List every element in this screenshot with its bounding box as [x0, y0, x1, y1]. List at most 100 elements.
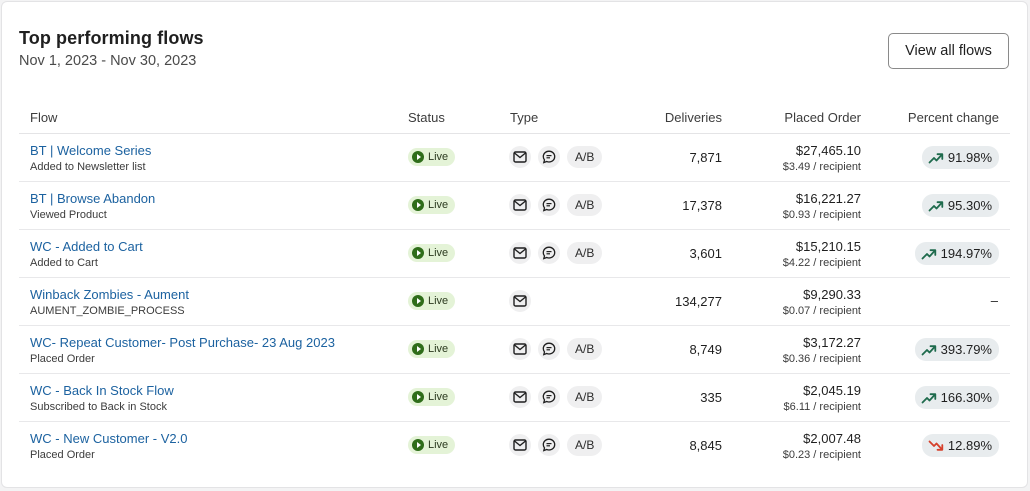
ab-test-badge: A/B — [567, 146, 603, 168]
flow-name-link[interactable]: Winback Zombies - Aument — [30, 287, 189, 302]
column-header-percent-change: Percent change — [907, 110, 999, 125]
date-range: Nov 1, 2023 - Nov 30, 2023 — [19, 53, 197, 69]
email-icon — [509, 290, 531, 312]
deliveries-value: 8,749 — [689, 342, 722, 357]
placed-order-value: $27,465.10 — [795, 143, 861, 158]
flow-name-link[interactable]: WC - New Customer - V2.0 — [30, 431, 187, 446]
play-icon — [412, 151, 424, 163]
play-icon — [412, 247, 424, 259]
email-icon — [509, 194, 531, 216]
deliveries-value: 8,845 — [689, 438, 722, 453]
ab-test-badge: A/B — [567, 386, 603, 408]
view-all-flows-button[interactable]: View all flows — [888, 33, 1009, 69]
table-header: Flow Status Type Deliveries Placed Order… — [19, 100, 1010, 134]
per-recipient-value: $0.23 / recipient — [782, 449, 861, 461]
flow-name-link[interactable]: BT | Welcome Series — [30, 143, 151, 158]
trend-up-icon — [921, 248, 941, 260]
trend-up-icon — [921, 392, 941, 404]
placed-order-value: $2,007.48 — [803, 431, 861, 446]
column-header-deliveries: Deliveries — [664, 110, 722, 125]
sms-icon — [538, 434, 560, 456]
column-header-status: Status — [408, 110, 445, 125]
sms-icon — [538, 146, 560, 168]
flow-trigger: AUMENT_ZOMBIE_PROCESS — [30, 305, 185, 317]
deliveries-value: 7,871 — [689, 150, 722, 165]
percent-change-badge: 194.97% — [914, 242, 999, 265]
email-icon — [509, 386, 531, 408]
flow-trigger: Placed Order — [30, 449, 95, 461]
column-header-flow: Flow — [30, 110, 58, 125]
column-header-placed-order: Placed Order — [784, 110, 861, 125]
status-label: Live — [428, 439, 449, 451]
percent-change-badge: 393.79% — [914, 338, 999, 361]
top-flows-card: Top performing flows Nov 1, 2023 - Nov 3… — [1, 1, 1028, 488]
table-row: WC- Repeat Customer- Post Purchase- 23 A… — [19, 326, 1010, 374]
sms-icon — [538, 194, 560, 216]
percent-change-value: 91.98% — [947, 150, 992, 165]
table-row: WC - Added to Cart Added to Cart Live A/B 3,… — [19, 230, 1010, 278]
table-row: BT | Welcome Series Added to Newsletter l… — [19, 134, 1010, 182]
placed-order-value: $9,290.33 — [803, 287, 861, 302]
deliveries-value: 17,378 — [682, 198, 722, 213]
deliveries-value: 134,277 — [675, 294, 722, 309]
ab-test-badge: A/B — [567, 194, 603, 216]
placed-order-value: $3,172.27 — [803, 335, 861, 350]
flows-table: Flow Status Type Deliveries Placed Order… — [19, 100, 1010, 470]
placed-order-value: $2,045.19 — [803, 383, 861, 398]
flow-trigger: Subscribed to Back in Stock — [30, 401, 167, 413]
email-icon — [509, 338, 531, 360]
status-badge: Live — [408, 196, 456, 214]
placed-order-value: $15,210.15 — [795, 239, 861, 254]
status-badge: Live — [408, 436, 456, 454]
status-badge: Live — [408, 244, 456, 262]
table-body: BT | Welcome Series Added to Newsletter l… — [19, 134, 1010, 470]
percent-change-value: 393.79% — [940, 342, 992, 357]
percent-change-value: 12.89% — [947, 438, 992, 453]
sms-icon — [538, 338, 560, 360]
table-row: Winback Zombies - Aument AUMENT_ZOMBIE_PR… — [19, 278, 1010, 326]
email-icon — [509, 434, 531, 456]
table-row: BT | Browse Abandon Viewed Product Live A/B… — [19, 182, 1010, 230]
trend-up-icon — [928, 152, 948, 164]
status-label: Live — [428, 247, 449, 259]
flow-name-link[interactable]: WC- Repeat Customer- Post Purchase- 23 A… — [30, 335, 335, 350]
flow-trigger: Viewed Product — [30, 209, 107, 221]
ab-test-badge: A/B — [567, 434, 603, 456]
flow-name-link[interactable]: WC - Back In Stock Flow — [30, 383, 174, 398]
status-badge: Live — [408, 148, 456, 166]
ab-test-badge: A/B — [567, 338, 603, 360]
flow-name-link[interactable]: WC - Added to Cart — [30, 239, 143, 254]
deliveries-value: 335 — [700, 390, 722, 405]
percent-change-badge: 12.89% — [921, 434, 999, 457]
play-icon — [412, 199, 424, 211]
flow-trigger: Added to Cart — [30, 257, 98, 269]
status-badge: Live — [408, 388, 456, 406]
table-row: WC - Back In Stock Flow Subscribed to Bac… — [19, 374, 1010, 422]
column-header-type: Type — [510, 110, 539, 125]
trend-down-icon — [928, 440, 948, 452]
per-recipient-value: $3.49 / recipient — [782, 161, 861, 173]
per-recipient-value: $0.36 / recipient — [782, 353, 861, 365]
sms-icon — [538, 242, 560, 264]
play-icon — [412, 391, 424, 403]
email-icon — [509, 146, 531, 168]
status-label: Live — [428, 391, 449, 403]
per-recipient-value: $0.93 / recipient — [782, 209, 861, 221]
flow-name-link[interactable]: BT | Browse Abandon — [30, 191, 155, 206]
flow-trigger: Added to Newsletter list — [30, 161, 146, 173]
status-badge: Live — [408, 340, 456, 358]
status-label: Live — [428, 343, 449, 355]
ab-test-badge: A/B — [567, 242, 603, 264]
flow-trigger: Placed Order — [30, 353, 95, 365]
status-label: Live — [428, 151, 449, 163]
percent-change-empty: – — [990, 293, 998, 308]
placed-order-value: $16,221.27 — [795, 191, 861, 206]
table-row: WC - New Customer - V2.0 Placed Order Live… — [19, 422, 1010, 470]
percent-change-badge: 91.98% — [921, 146, 999, 169]
sms-icon — [538, 386, 560, 408]
play-icon — [412, 343, 424, 355]
percent-change-value: 166.30% — [940, 390, 992, 405]
play-icon — [412, 439, 424, 451]
trend-up-icon — [921, 344, 941, 356]
status-label: Live — [428, 295, 449, 307]
